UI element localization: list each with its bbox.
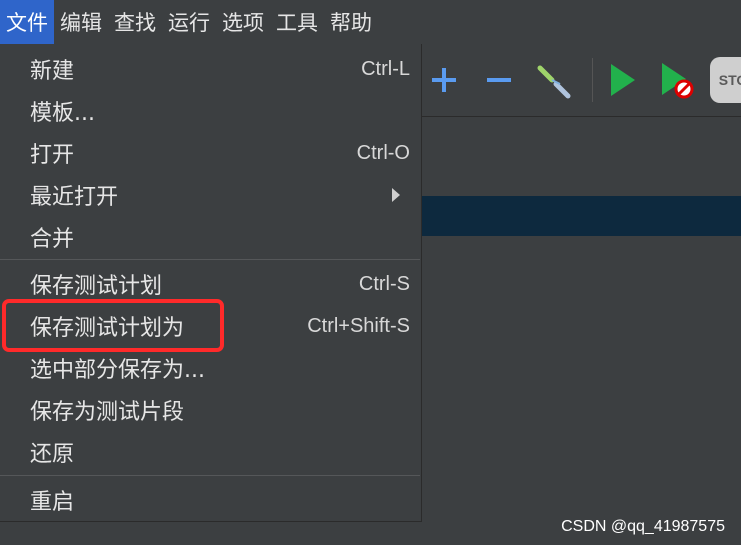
expand-button[interactable] bbox=[424, 58, 464, 102]
collapse-button[interactable] bbox=[479, 58, 519, 102]
menu-item-shortcut: Ctrl-L bbox=[361, 57, 410, 80]
menu-item-restart[interactable]: 重启 bbox=[0, 480, 420, 520]
menu-help[interactable]: 帮助 bbox=[324, 0, 378, 44]
menu-run[interactable]: 运行 bbox=[162, 0, 216, 44]
menu-item-shortcut: Ctrl-S bbox=[358, 272, 410, 295]
annotation-highlight-box bbox=[2, 299, 224, 352]
menu-item-new[interactable]: 新建 Ctrl-L bbox=[0, 49, 420, 89]
minus-icon bbox=[487, 78, 511, 82]
watermark: CSDN @qq_41987575 bbox=[561, 518, 725, 535]
menu-item-merge[interactable]: 合并 bbox=[0, 217, 420, 257]
play-no-pause-icon bbox=[662, 63, 694, 99]
toolbar-separator bbox=[592, 58, 593, 102]
menu-separator bbox=[0, 259, 420, 260]
menu-item-shortcut: Ctrl+Shift-S bbox=[307, 314, 410, 337]
plus-icon bbox=[432, 68, 456, 92]
menu-item-label: 重启 bbox=[30, 490, 75, 515]
toggle-icon bbox=[537, 65, 571, 99]
start-button[interactable] bbox=[602, 58, 642, 102]
menu-item-revert[interactable]: 还原 bbox=[0, 432, 420, 472]
menu-item-save-as-fragment[interactable]: 保存为测试片段 bbox=[0, 390, 420, 430]
menu-item-label: 保存为测试片段 bbox=[30, 400, 185, 425]
menu-item-label: 选中部分保存为... bbox=[30, 358, 205, 383]
toggle-button[interactable] bbox=[534, 58, 574, 102]
tree-selected-row[interactable] bbox=[422, 196, 741, 236]
play-icon bbox=[611, 64, 635, 96]
file-menu-dropdown: 新建 Ctrl-L 模板... 打开 Ctrl-O 最近打开 合并 保存测试计划… bbox=[0, 44, 422, 522]
stop-icon: STO bbox=[718, 72, 741, 88]
menu-item-label: 还原 bbox=[30, 442, 75, 467]
menu-tools[interactable]: 工具 bbox=[270, 0, 324, 44]
menu-item-recent[interactable]: 最近打开 bbox=[0, 175, 420, 215]
start-no-pause-button[interactable] bbox=[656, 58, 696, 102]
menu-item-open[interactable]: 打开 Ctrl-O bbox=[0, 133, 420, 173]
menu-item-label: 新建 bbox=[30, 59, 75, 84]
menu-item-label: 最近打开 bbox=[30, 185, 119, 210]
content-area bbox=[422, 117, 741, 545]
menu-separator bbox=[0, 475, 420, 476]
menu-search[interactable]: 查找 bbox=[108, 0, 162, 44]
menu-item-label: 打开 bbox=[30, 143, 75, 168]
stop-button[interactable]: STO bbox=[710, 57, 741, 103]
menu-item-templates[interactable]: 模板... bbox=[0, 91, 420, 131]
submenu-arrow-icon bbox=[392, 188, 400, 202]
menu-edit[interactable]: 编辑 bbox=[54, 0, 108, 44]
menu-item-save[interactable]: 保存测试计划 Ctrl-S bbox=[0, 264, 420, 304]
menu-item-shortcut: Ctrl-O bbox=[356, 141, 410, 164]
menu-item-save-selection-as[interactable]: 选中部分保存为... bbox=[0, 348, 420, 388]
menu-item-label: 模板... bbox=[30, 101, 95, 126]
menu-options[interactable]: 选项 bbox=[216, 0, 270, 44]
menu-item-label: 保存测试计划 bbox=[30, 274, 163, 299]
menu-item-label: 合并 bbox=[30, 227, 75, 252]
menubar: 文件 编辑 查找 运行 选项 工具 帮助 bbox=[0, 0, 741, 44]
menu-file[interactable]: 文件 bbox=[0, 0, 54, 44]
